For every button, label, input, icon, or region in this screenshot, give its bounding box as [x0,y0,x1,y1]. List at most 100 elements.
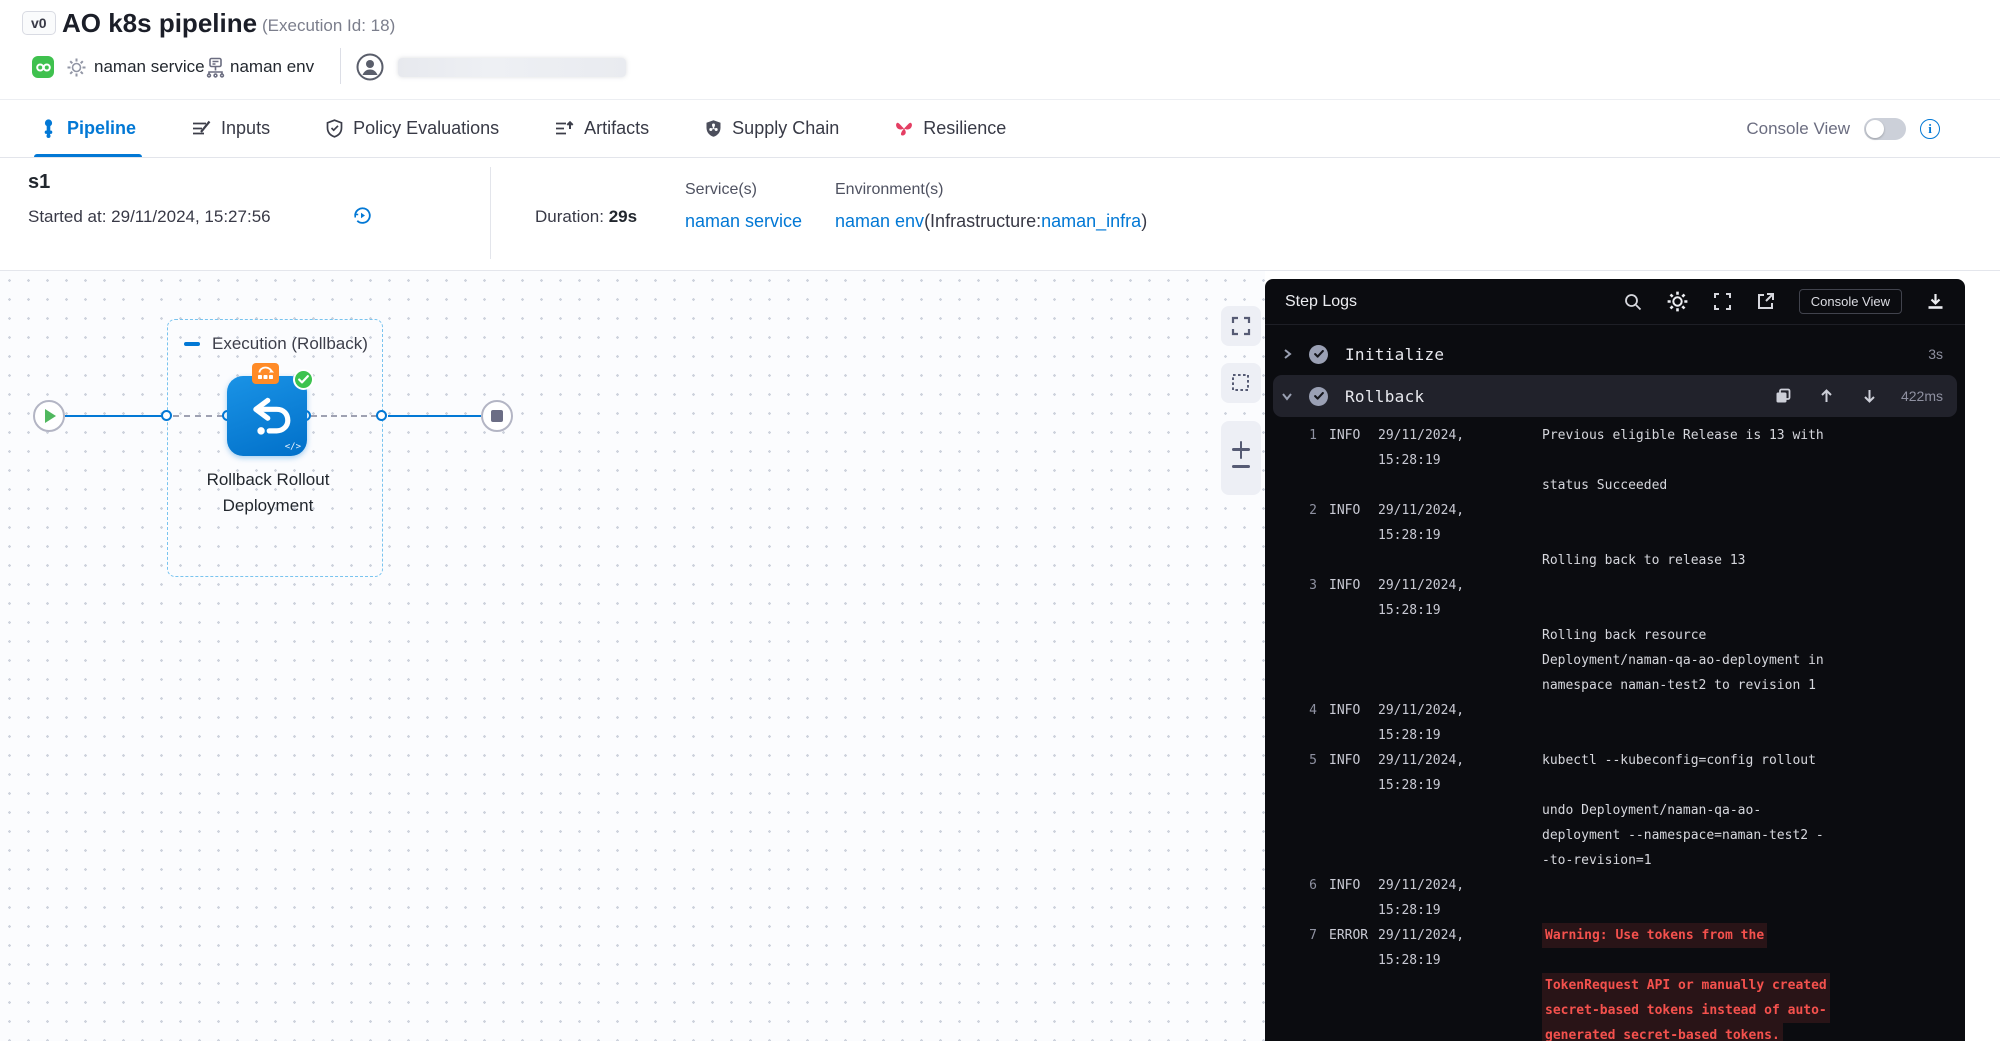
log-num: 1 [1295,423,1317,448]
copy-logs-icon[interactable] [1775,388,1791,404]
log-row: 7ERROR29/11/2024, 15:28:19Warning: Use t… [1265,923,1965,973]
artifacts-icon [555,120,574,137]
connector-dot [161,410,172,421]
expand-fullscreen-icon[interactable] [1713,292,1732,311]
pipeline-start-node[interactable] [33,400,65,432]
open-in-new-icon[interactable] [1756,292,1775,311]
chevron-down-icon[interactable] [1281,390,1293,402]
chevron-right-icon[interactable] [1281,348,1293,360]
edge-start-to-group [65,415,162,417]
log-row: namespace naman-test2 to revision 1 [1265,673,1965,698]
log-msg: undo Deployment/naman-qa-ao- [1542,798,1761,823]
step-success-icon [1309,387,1328,406]
meta-environment-name[interactable]: naman env [230,57,314,77]
log-lines[interactable]: 1INFO29/11/2024, 15:28:19Previous eligib… [1265,417,1965,1041]
log-num: 2 [1295,498,1317,523]
console-view-button[interactable]: Console View [1799,289,1902,314]
success-check-badge [293,369,314,390]
log-msg: Rolling back resource [1542,623,1706,648]
tab-resilience[interactable]: Resilience [895,100,1006,157]
log-level: INFO [1329,423,1376,448]
version-badge[interactable]: v0 [22,11,56,35]
log-header-icons: Console View [1624,289,1945,314]
tab-label: Pipeline [67,118,136,139]
meta-service-name[interactable]: naman service [94,57,205,77]
log-row: generated secret-based tokens. [1265,1023,1965,1041]
console-view-toggle[interactable] [1864,118,1906,140]
scroll-to-top-icon[interactable] [1819,388,1834,404]
log-num: 7 [1295,923,1317,948]
log-num: 4 [1295,698,1317,723]
scroll-to-bottom-icon[interactable] [1862,388,1877,404]
log-msg: namespace naman-test2 to revision 1 [1542,673,1816,698]
canvas-marquee-select-button[interactable] [1221,363,1261,403]
canvas-zoom-controls[interactable] [1221,421,1261,495]
log-row: 3INFO29/11/2024, 15:28:19 [1265,573,1965,623]
tab-label: Supply Chain [732,118,839,139]
log-level: INFO [1329,573,1376,598]
log-num: 6 [1295,873,1317,898]
execution-history-icon[interactable] [352,205,373,226]
download-logs-icon[interactable] [1926,292,1945,311]
tab-policy-evaluations[interactable]: Policy Evaluations [326,100,499,157]
log-time: 29/11/2024, 15:28:19 [1378,923,1530,973]
step-name: Initialize [1345,345,1444,364]
app-root: v0 AO k8s pipeline (Execution Id: 18) na… [0,0,2000,1041]
edge-node-to-group [311,415,377,417]
rollback-step-node[interactable]: </> [227,376,307,456]
step-duration: 3s [1928,346,1943,362]
log-num: 3 [1295,573,1317,598]
infrastructure-prefix: (Infrastructure: [924,211,1041,231]
console-view-cluster: Console View i [1746,100,1940,157]
stage-divider [490,167,491,259]
main-content: Execution (Rollback) [0,270,2000,1041]
gear-icon [66,57,87,78]
log-msg: -to-revision=1 [1542,848,1652,873]
pipeline-canvas[interactable]: Execution (Rollback) [0,271,1265,1041]
log-time: 29/11/2024, 15:28:19 [1378,698,1530,748]
step-row-initialize[interactable]: Initialize 3s [1265,333,1965,375]
log-row: secret-based tokens instead of auto- [1265,998,1965,1023]
header-divider [340,48,341,84]
tab-bar: Pipeline Inputs Policy Evaluations Artif… [0,99,2000,158]
info-icon[interactable]: i [1920,119,1940,139]
tab-supply-chain[interactable]: Supply Chain [705,100,839,157]
environment-link[interactable]: naman env(Infrastructure:naman_infra) [835,211,1147,232]
zoom-out-button[interactable] [1232,465,1250,468]
log-settings-gear-icon[interactable] [1666,290,1689,313]
user-avatar-icon[interactable] [356,53,384,81]
log-msg: Deployment/naman-qa-ao-deployment in [1542,648,1824,673]
log-time: 29/11/2024, 15:28:19 [1378,498,1530,548]
canvas-fit-view-button[interactable] [1221,306,1261,346]
resilience-icon [895,120,913,137]
stop-icon [491,410,503,422]
stage-duration: Duration: 29s [535,207,637,227]
log-msg: kubectl --kubeconfig=config rollout [1542,748,1816,773]
log-msg: status Succeeded [1542,473,1667,498]
execution-group-label: Execution (Rollback) [184,334,368,354]
search-icon[interactable] [1624,293,1642,311]
tab-label: Policy Evaluations [353,118,499,139]
toggle-knob [1866,120,1884,138]
stage-name[interactable]: s1 [28,171,50,194]
pipeline-end-node[interactable] [481,400,513,432]
log-row: 2INFO29/11/2024, 15:28:19 [1265,498,1965,548]
log-msg: generated secret-based tokens. [1542,1023,1783,1041]
service-link[interactable]: naman service [685,211,802,232]
redacted-user-identity [398,58,626,77]
step-row-rollback[interactable]: Rollback 422ms [1273,375,1957,417]
collapse-group-icon[interactable] [184,342,200,346]
log-row: 4INFO29/11/2024, 15:28:19 [1265,698,1965,748]
tab-inputs[interactable]: Inputs [192,100,270,157]
zoom-in-button[interactable] [1232,448,1250,451]
tab-pipeline[interactable]: Pipeline [40,100,136,157]
console-view-label: Console View [1746,119,1850,139]
log-msg: secret-based tokens instead of auto- [1542,998,1830,1023]
rollback-arrow-icon [241,391,293,441]
log-row: 1INFO29/11/2024, 15:28:19Previous eligib… [1265,423,1965,473]
tab-artifacts[interactable]: Artifacts [555,100,649,157]
log-msg: deployment --namespace=naman-test2 - [1542,823,1824,848]
node-label[interactable]: Rollback Rollout Deployment [182,467,354,519]
step-logs-title: Step Logs [1285,293,1357,311]
infrastructure-link[interactable]: naman_infra [1041,211,1141,231]
